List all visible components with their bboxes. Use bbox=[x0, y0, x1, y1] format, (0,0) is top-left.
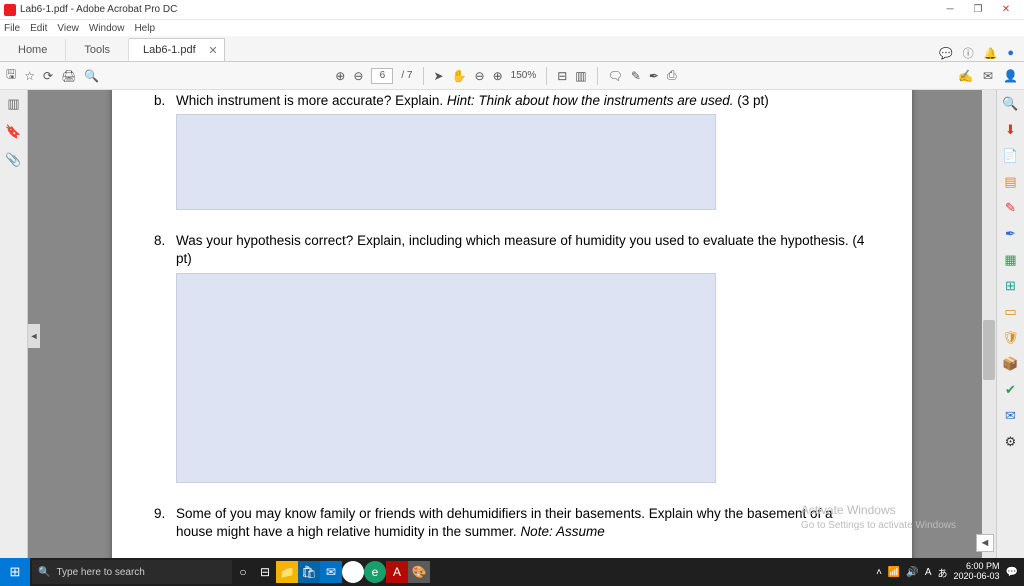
create-pdf-icon[interactable]: 📄 bbox=[1003, 148, 1019, 164]
item-label-9: 9. bbox=[154, 505, 176, 523]
menu-help[interactable]: Help bbox=[134, 23, 155, 34]
help-icon[interactable]: ⓘ bbox=[963, 45, 974, 61]
menu-edit[interactable]: Edit bbox=[30, 23, 47, 34]
combine-icon[interactable]: ⊞ bbox=[1003, 278, 1019, 294]
account-icon[interactable]: ● bbox=[1007, 47, 1014, 59]
cortana-icon[interactable]: ○ bbox=[232, 561, 254, 583]
expand-panel-button[interactable]: ◄ bbox=[976, 534, 994, 552]
compress-icon[interactable]: 📦 bbox=[1003, 356, 1019, 372]
pointer-icon[interactable]: ➤ bbox=[434, 69, 444, 83]
bell-icon[interactable]: 🔔 bbox=[984, 47, 998, 60]
menu-view[interactable]: View bbox=[57, 23, 79, 34]
thumbnails-icon[interactable]: ▥ bbox=[7, 96, 19, 112]
envelope-icon[interactable]: ✉ bbox=[983, 69, 993, 83]
page-total: / 7 bbox=[401, 70, 412, 81]
bookmark-icon[interactable]: 🔖 bbox=[5, 124, 21, 140]
minimize-button[interactable]: ─ bbox=[936, 1, 964, 19]
system-clock[interactable]: 6:00 PM2020-06-03 bbox=[954, 562, 1000, 582]
maximize-button[interactable]: ❐ bbox=[964, 1, 992, 19]
question-b-text: Which instrument is more accurate? Expla… bbox=[176, 92, 870, 110]
windows-watermark: Activate Windows Go to Settings to activ… bbox=[801, 503, 956, 532]
zoom-level[interactable]: 150% bbox=[511, 70, 537, 81]
question-9-text: Some of you may know family or friends w… bbox=[176, 505, 870, 541]
edge-icon[interactable]: e bbox=[364, 561, 386, 583]
highlight-icon[interactable]: ✎ bbox=[631, 69, 641, 83]
page-down-icon[interactable]: ⊖ bbox=[353, 69, 363, 83]
windows-taskbar: ⊞ 🔍 Type here to search ○ ⊟ 📁 🛍 ✉ ◉ e A … bbox=[0, 558, 1024, 586]
vertical-scrollbar[interactable] bbox=[982, 90, 996, 558]
scrollbar-thumb[interactable] bbox=[983, 320, 995, 380]
redact-icon[interactable]: ▭ bbox=[1003, 304, 1019, 320]
tab-tools[interactable]: Tools bbox=[66, 39, 129, 61]
sign-icon[interactable]: ✒ bbox=[649, 69, 659, 83]
question-8-text: Was your hypothesis correct? Explain, in… bbox=[176, 232, 870, 268]
pdf-page: b. Which instrument is more accurate? Ex… bbox=[112, 90, 912, 558]
print-icon[interactable]: 🖨 bbox=[61, 69, 76, 83]
hand-icon[interactable]: ✋ bbox=[452, 69, 467, 83]
close-window-button[interactable]: ✕ bbox=[992, 1, 1020, 19]
stamp-icon[interactable]: ⎙ bbox=[667, 68, 677, 83]
save-icon[interactable]: 🖫 bbox=[6, 65, 16, 86]
scroll-left-button[interactable]: ◄ bbox=[28, 324, 40, 348]
taskbar-search[interactable]: 🔍 Type here to search bbox=[32, 560, 232, 584]
menu-file[interactable]: File bbox=[4, 23, 20, 34]
fit-width-icon[interactable]: ⊟ bbox=[557, 69, 567, 83]
acrobat-taskbar-icon[interactable]: A bbox=[386, 561, 408, 583]
share-icon[interactable]: 👤 bbox=[1003, 69, 1018, 83]
zoom-out-icon[interactable]: ⊖ bbox=[475, 69, 485, 83]
sign-tool-icon[interactable]: ✒ bbox=[1003, 226, 1019, 242]
search-icon[interactable]: 🔍 bbox=[84, 69, 99, 83]
tab-document[interactable]: Lab6-1.pdf ✕ bbox=[129, 38, 225, 61]
star-icon[interactable]: ☆ bbox=[24, 69, 35, 83]
chrome-icon[interactable]: ◉ bbox=[342, 561, 364, 583]
edit-pdf-icon[interactable]: ▤ bbox=[1003, 174, 1019, 190]
cloud-icon[interactable]: ⟳ bbox=[43, 69, 53, 83]
item-label-b: b. bbox=[154, 92, 176, 110]
explorer-icon[interactable]: 📁 bbox=[276, 561, 298, 583]
page-up-icon[interactable]: ⊕ bbox=[335, 69, 345, 83]
fill-sign-icon[interactable]: ✔ bbox=[1003, 382, 1019, 398]
fit-page-icon[interactable]: ▥ bbox=[575, 69, 586, 83]
protect-icon[interactable]: 🛡 bbox=[1003, 330, 1019, 346]
window-title: Lab6-1.pdf - Adobe Acrobat Pro DC bbox=[20, 4, 936, 15]
answer-field-b[interactable] bbox=[176, 114, 716, 210]
tab-home[interactable]: Home bbox=[0, 39, 66, 61]
comment-icon[interactable]: 🗨 bbox=[608, 69, 623, 83]
main-toolbar: 🖫 ☆ ⟳ 🖨 🔍 ⊕ ⊖ 6 / 7 ➤ ✋ ⊖ ⊕ 150% ⊟ ▥ 🗨 ✎… bbox=[0, 62, 1024, 90]
menu-bar: File Edit View Window Help bbox=[0, 20, 1024, 36]
item-label-8: 8. bbox=[154, 232, 176, 250]
store-icon[interactable]: 🛍 bbox=[298, 561, 320, 583]
tab-document-label: Lab6-1.pdf bbox=[143, 44, 196, 56]
export-pdf-icon[interactable]: ⬇ bbox=[1003, 122, 1019, 138]
answer-field-8[interactable] bbox=[176, 273, 716, 483]
search-tool-icon[interactable]: 🔍 bbox=[1003, 96, 1019, 112]
organize-icon[interactable]: ▦ bbox=[1003, 252, 1019, 268]
document-canvas[interactable]: ◄ ► b. Which instrument is more accurate… bbox=[28, 90, 996, 558]
close-tab-icon[interactable]: ✕ bbox=[208, 44, 217, 57]
signature-icon[interactable]: ✍ bbox=[958, 69, 973, 83]
task-view-icon[interactable]: ⊟ bbox=[254, 561, 276, 583]
chat-icon[interactable]: 💬 bbox=[939, 47, 953, 60]
mail-icon[interactable]: ✉ bbox=[320, 561, 342, 583]
zoom-in-icon[interactable]: ⊕ bbox=[493, 69, 503, 83]
attachment-icon[interactable]: 📎 bbox=[5, 152, 21, 168]
more-tools-icon[interactable]: ⚙ bbox=[1003, 434, 1019, 450]
menu-window[interactable]: Window bbox=[89, 23, 125, 34]
app-icon bbox=[4, 4, 16, 16]
send-icon[interactable]: ✉ bbox=[1003, 408, 1019, 424]
ime-indicator[interactable]: あ bbox=[938, 565, 948, 580]
start-button[interactable]: ⊞ bbox=[0, 558, 30, 586]
page-number-input[interactable]: 6 bbox=[371, 68, 393, 84]
paint-icon[interactable]: 🎨 bbox=[408, 561, 430, 583]
comment-tool-icon[interactable]: ✎ bbox=[1003, 200, 1019, 216]
